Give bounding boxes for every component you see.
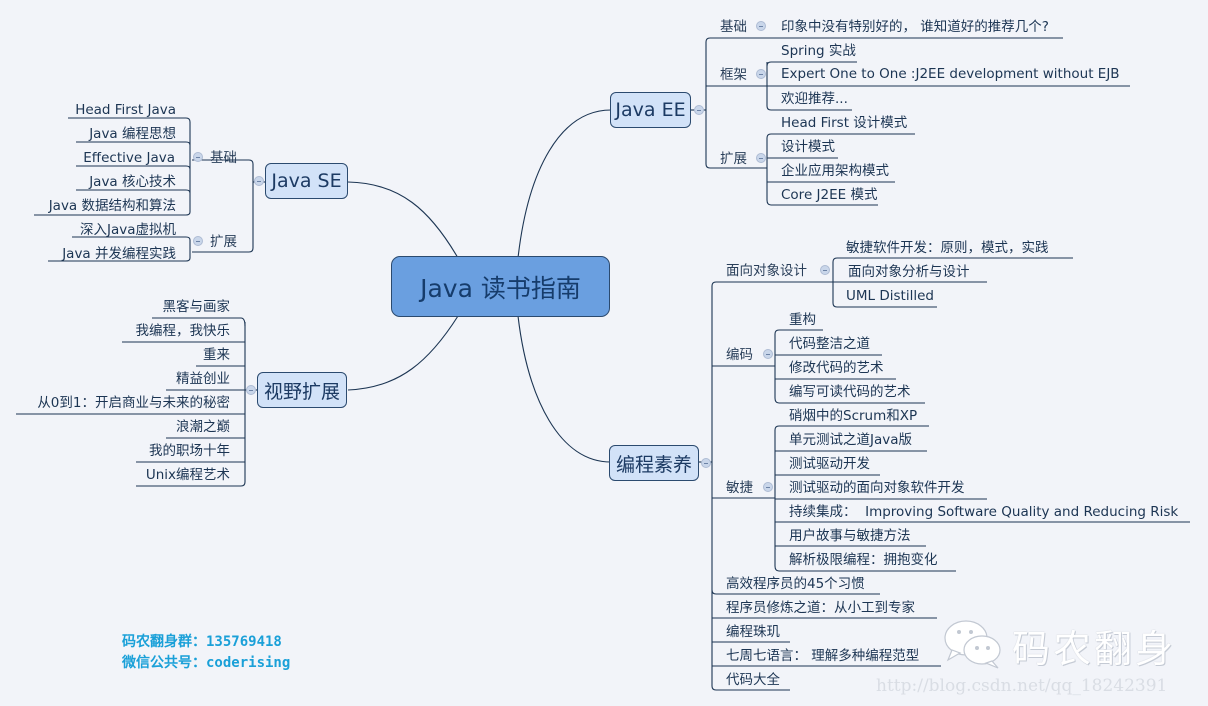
- book-item[interactable]: 敏捷软件开发：原则，模式，实践: [846, 240, 1049, 256]
- book-item[interactable]: 编程珠玑: [726, 624, 780, 640]
- book-item[interactable]: Core J2EE 模式: [781, 187, 877, 203]
- watermark-url: http://blog.csdn.net/qq_18242391: [876, 676, 1168, 696]
- book-item[interactable]: Java 数据结构和算法: [49, 198, 176, 214]
- book-item[interactable]: 深入Java虚拟机: [80, 222, 176, 238]
- collapse-icon[interactable]: [193, 152, 203, 162]
- book-item[interactable]: 面向对象分析与设计: [848, 264, 970, 280]
- book-item[interactable]: Spring 实战: [781, 43, 856, 59]
- collapse-icon[interactable]: [756, 69, 766, 79]
- wechat-account-text: 微信公共号：coderising: [122, 655, 291, 671]
- topic-java-ee-label: Java EE: [615, 99, 686, 121]
- java-ee-group-framework[interactable]: 框架: [720, 67, 747, 83]
- book-item[interactable]: 黑客与画家: [163, 299, 231, 315]
- collapse-icon[interactable]: [246, 385, 256, 395]
- book-item[interactable]: 高效程序员的45个习惯: [726, 576, 865, 592]
- book-item[interactable]: 我编程，我快乐: [136, 323, 231, 339]
- book-item[interactable]: 印象中没有特别好的， 谁知道好的推荐几个?: [781, 19, 1049, 35]
- java-ee-group-extended[interactable]: 扩展: [720, 151, 747, 167]
- book-item[interactable]: UML Distilled: [846, 288, 934, 304]
- book-item[interactable]: 修改代码的艺术: [789, 360, 884, 376]
- book-item[interactable]: 重来: [203, 347, 230, 363]
- watermark-name: 码农翻身: [1012, 627, 1177, 671]
- topic-java-ee[interactable]: Java EE: [610, 92, 691, 128]
- book-item[interactable]: 编写可读代码的艺术: [789, 384, 911, 400]
- wechat-logo-icon: [944, 620, 1001, 669]
- book-item[interactable]: 硝烟中的Scrum和XP: [789, 408, 917, 424]
- book-item[interactable]: 单元测试之道Java版: [789, 432, 912, 448]
- book-item[interactable]: 解析极限编程：拥抱变化: [789, 552, 938, 568]
- book-item[interactable]: Head First Java: [75, 102, 176, 118]
- book-item[interactable]: 欢迎推荐...: [781, 91, 848, 107]
- book-item[interactable]: 我的职场十年: [149, 443, 230, 459]
- topic-vision-label: 视野扩展: [263, 380, 340, 403]
- book-item[interactable]: 重构: [789, 312, 816, 328]
- book-item[interactable]: Java 编程思想: [89, 126, 176, 142]
- book-item[interactable]: 设计模式: [781, 139, 835, 155]
- literacy-group-ood[interactable]: 面向对象设计: [726, 263, 807, 279]
- book-item[interactable]: 从0到1：开启商业与未来的秘密: [37, 395, 230, 411]
- book-item[interactable]: 企业应用架构模式: [781, 163, 889, 179]
- collapse-icon[interactable]: [763, 482, 773, 492]
- book-item[interactable]: 精益创业: [176, 371, 230, 387]
- literacy-group-coding[interactable]: 编码: [726, 347, 753, 363]
- book-item[interactable]: 程序员修炼之道：从小工到专家: [726, 600, 915, 616]
- collapse-icon[interactable]: [701, 458, 711, 468]
- connector-central-vision: [347, 315, 459, 391]
- connector-central-literacy: [517, 315, 612, 463]
- java-se-group-basics[interactable]: 基础: [210, 150, 237, 166]
- collapse-icon[interactable]: [694, 105, 704, 115]
- topic-literacy-label: 编程素养: [615, 453, 692, 476]
- book-item[interactable]: 测试驱动的面向对象软件开发: [789, 480, 965, 496]
- book-item[interactable]: Head First 设计模式: [781, 115, 907, 131]
- central-topic-label: Java 读书指南: [420, 273, 581, 303]
- literacy-group-agile[interactable]: 敏捷: [726, 480, 753, 496]
- topic-java-se-label: Java SE: [271, 170, 342, 192]
- book-item[interactable]: 持续集成： Improving Software Quality and Red…: [789, 504, 1178, 520]
- connector-central-javase: [347, 181, 459, 259]
- qq-group-text: 码农翻身群：135769418: [122, 634, 282, 650]
- java-se-group-extended[interactable]: 扩展: [210, 234, 237, 250]
- book-item[interactable]: 代码大全: [726, 672, 780, 688]
- connector-central-javaee: [517, 109, 612, 259]
- book-item[interactable]: 浪潮之巅: [176, 419, 230, 435]
- book-item[interactable]: 代码整洁之道: [789, 336, 870, 352]
- connector-lines: [16, 37, 1190, 691]
- collapse-icon[interactable]: [820, 265, 830, 275]
- topic-java-se[interactable]: Java SE: [265, 163, 348, 199]
- central-topic[interactable]: Java 读书指南: [391, 256, 610, 317]
- collapse-icon[interactable]: [193, 236, 203, 246]
- book-item[interactable]: 用户故事与敏捷方法: [789, 528, 911, 544]
- collapse-icon[interactable]: [756, 153, 766, 163]
- book-item[interactable]: Unix编程艺术: [146, 467, 230, 483]
- collapse-icon[interactable]: [763, 349, 773, 359]
- topic-literacy[interactable]: 编程素养: [609, 445, 699, 481]
- book-item[interactable]: Java 核心技术: [89, 174, 176, 190]
- collapse-icon[interactable]: [756, 21, 766, 31]
- book-item[interactable]: 七周七语言： 理解多种编程范型: [726, 648, 919, 664]
- book-item[interactable]: Effective Java: [83, 150, 175, 166]
- book-item[interactable]: 测试驱动开发: [789, 456, 870, 472]
- book-item[interactable]: Expert One to One :J2EE development with…: [781, 66, 1120, 82]
- java-ee-group-basics[interactable]: 基础: [720, 19, 747, 35]
- collapse-icon[interactable]: [254, 176, 264, 186]
- book-item[interactable]: Java 并发编程实践: [62, 246, 176, 262]
- topic-vision[interactable]: 视野扩展: [257, 372, 347, 408]
